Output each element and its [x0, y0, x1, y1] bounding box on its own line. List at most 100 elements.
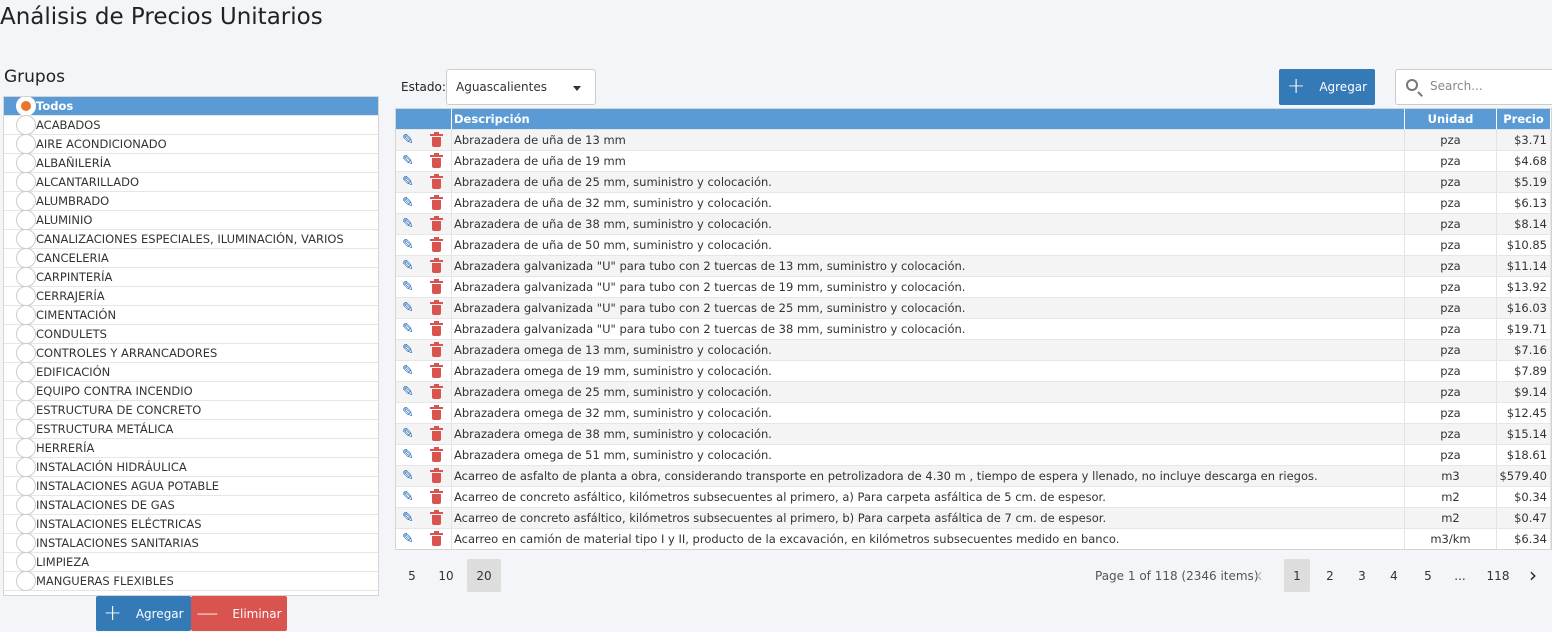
edit-icon[interactable]: ✎ [402, 364, 417, 379]
table-row[interactable]: ✎ Abrazadera de uña de 50 mm, suministro … [396, 234, 1551, 255]
table-row[interactable]: ✎ Abrazadera omega de 19 mm, suministro y… [396, 360, 1551, 381]
group-item[interactable]: INSTALACIONES ELÉCTRICAS [4, 514, 378, 534]
group-item[interactable]: ALCANTARILLADO [4, 172, 378, 192]
radio-icon[interactable] [16, 495, 36, 515]
search-box[interactable] [1395, 69, 1552, 105]
trash-icon[interactable] [430, 174, 443, 189]
group-item[interactable]: CANALIZACIONES ESPECIALES, ILUMINACIÓN, … [4, 229, 378, 249]
radio-icon[interactable] [16, 362, 36, 382]
radio-icon[interactable] [16, 476, 36, 496]
trash-icon[interactable] [430, 489, 443, 504]
delete-group-button[interactable]: — Eliminar [191, 596, 287, 631]
edit-icon[interactable]: ✎ [402, 133, 417, 148]
radio-icon[interactable] [16, 324, 36, 344]
trash-icon[interactable] [430, 510, 443, 525]
radio-icon[interactable] [16, 172, 36, 192]
page-number[interactable]: 5 [1415, 559, 1441, 592]
trash-icon[interactable] [430, 195, 443, 210]
edit-icon[interactable]: ✎ [402, 448, 417, 463]
group-item[interactable]: EDIFICACIÓN [4, 362, 378, 382]
column-header-unidad[interactable]: Unidad [1405, 109, 1497, 129]
group-item[interactable]: ALBAÑILERÍA [4, 153, 378, 173]
radio-icon[interactable] [16, 286, 36, 306]
radio-icon[interactable] [16, 305, 36, 325]
radio-icon[interactable] [16, 153, 36, 173]
trash-icon[interactable] [430, 258, 443, 273]
radio-icon[interactable] [16, 134, 36, 154]
edit-icon[interactable]: ✎ [402, 196, 417, 211]
group-item[interactable]: INSTALACIONES SANITARIAS [4, 533, 378, 553]
chevron-right-icon[interactable]: › [1529, 565, 1537, 585]
table-row[interactable]: ✎ Acarreo de asfalto de planta a obra, co… [396, 465, 1551, 486]
trash-icon[interactable] [430, 363, 443, 378]
search-input[interactable] [1430, 79, 1550, 93]
table-row[interactable]: ✎ Abrazadera de uña de 13 mm pza $3.71 [396, 129, 1551, 150]
trash-icon[interactable] [430, 426, 443, 441]
group-item[interactable]: CONDULETS [4, 324, 378, 344]
table-row[interactable]: ✎ Acarreo en camión de material tipo I y … [396, 528, 1551, 549]
add-group-button[interactable]: + Agregar [96, 596, 191, 631]
trash-icon[interactable] [430, 321, 443, 336]
group-item[interactable]: INSTALACIONES DE GAS [4, 495, 378, 515]
radio-icon[interactable] [16, 97, 36, 116]
radio-icon[interactable] [16, 248, 36, 268]
group-item[interactable]: CANCELERIA [4, 248, 378, 268]
edit-icon[interactable]: ✎ [402, 301, 417, 316]
edit-icon[interactable]: ✎ [402, 217, 417, 232]
page-number[interactable]: 118 [1485, 559, 1511, 592]
trash-icon[interactable] [430, 153, 443, 168]
edit-icon[interactable]: ✎ [402, 259, 417, 274]
trash-icon[interactable] [430, 405, 443, 420]
table-row[interactable]: ✎ Abrazadera omega de 51 mm, suministro y… [396, 444, 1551, 465]
trash-icon[interactable] [430, 132, 443, 147]
radio-icon[interactable] [16, 229, 36, 249]
edit-icon[interactable]: ✎ [402, 385, 417, 400]
trash-icon[interactable] [430, 216, 443, 231]
radio-icon[interactable] [16, 552, 36, 572]
edit-icon[interactable]: ✎ [402, 406, 417, 421]
edit-icon[interactable]: ✎ [402, 175, 417, 190]
radio-icon[interactable] [16, 514, 36, 534]
page-number[interactable]: 4 [1381, 559, 1407, 592]
page-size-option[interactable]: 20 [467, 559, 501, 592]
table-row[interactable]: ✎ Abrazadera galvanizada "U" para tubo co… [396, 297, 1551, 318]
table-row[interactable]: ✎ Abrazadera galvanizada "U" para tubo co… [396, 318, 1551, 339]
group-item[interactable]: ACABADOS [4, 115, 378, 135]
edit-icon[interactable]: ✎ [402, 532, 417, 547]
trash-icon[interactable] [430, 384, 443, 399]
page-size-option[interactable]: 10 [429, 559, 463, 592]
group-item[interactable]: CIMENTACIÓN [4, 305, 378, 325]
radio-icon[interactable] [16, 115, 36, 135]
group-item[interactable]: INSTALACIONES AGUA POTABLE [4, 476, 378, 496]
group-item[interactable]: ESTRUCTURA DE CONCRETO [4, 400, 378, 420]
radio-icon[interactable] [16, 343, 36, 363]
group-item[interactable]: INSTALACIÓN HIDRÁULICA [4, 457, 378, 477]
group-item[interactable]: ALUMINIO [4, 210, 378, 230]
radio-icon[interactable] [16, 381, 36, 401]
trash-icon[interactable] [430, 300, 443, 315]
group-item[interactable]: CERRAJERÍA [4, 286, 378, 306]
radio-icon[interactable] [16, 419, 36, 439]
group-item[interactable]: LIMPIEZA [4, 552, 378, 572]
trash-icon[interactable] [430, 468, 443, 483]
trash-icon[interactable] [430, 342, 443, 357]
trash-icon[interactable] [430, 531, 443, 546]
column-header-precio[interactable]: Precio [1497, 109, 1551, 129]
edit-icon[interactable]: ✎ [402, 343, 417, 358]
edit-icon[interactable]: ✎ [402, 280, 417, 295]
group-item[interactable]: ESTRUCTURA METÁLICA [4, 419, 378, 439]
column-header-descripcion[interactable]: Descripción [452, 109, 1405, 129]
add-item-button[interactable]: + Agregar [1279, 69, 1375, 105]
page-size-option[interactable]: 5 [395, 559, 429, 592]
group-item[interactable]: HERRERÍA [4, 438, 378, 458]
radio-icon[interactable] [16, 210, 36, 230]
radio-icon[interactable] [16, 571, 36, 591]
table-row[interactable]: ✎ Abrazadera de uña de 19 mm pza $4.68 [396, 150, 1551, 171]
edit-icon[interactable]: ✎ [402, 238, 417, 253]
group-item[interactable]: ALUMBRADO [4, 191, 378, 211]
edit-icon[interactable]: ✎ [402, 490, 417, 505]
radio-icon[interactable] [16, 438, 36, 458]
trash-icon[interactable] [430, 237, 443, 252]
group-item[interactable]: Todos [4, 97, 378, 116]
page-number[interactable]: 1 [1284, 559, 1310, 592]
